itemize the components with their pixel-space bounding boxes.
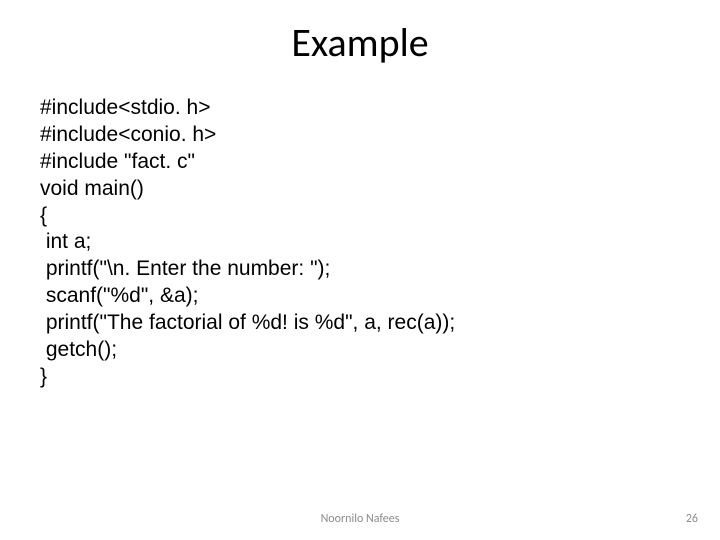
code-line: printf("The factorial of %d! is %d", a, … (40, 311, 455, 334)
code-line: #include<conio. h> (40, 123, 216, 146)
code-line: scanf("%d", &a); (40, 284, 198, 307)
code-line: void main() (40, 177, 144, 200)
code-line: { (40, 204, 47, 227)
code-line: #include "fact. c" (40, 150, 195, 173)
slide: Example #include<stdio. h> #include<coni… (0, 0, 720, 540)
code-line: int a; (40, 230, 91, 253)
code-line: } (40, 365, 47, 388)
footer-author: Noornilo Nafees (0, 512, 720, 526)
code-line: getch(); (40, 338, 117, 361)
footer-page-number: 26 (686, 512, 698, 526)
slide-title: Example (0, 18, 720, 67)
code-example: #include<stdio. h> #include<conio. h> #i… (40, 95, 455, 391)
code-line: #include<stdio. h> (40, 96, 210, 119)
code-line: printf("\n. Enter the number: "); (40, 257, 330, 280)
